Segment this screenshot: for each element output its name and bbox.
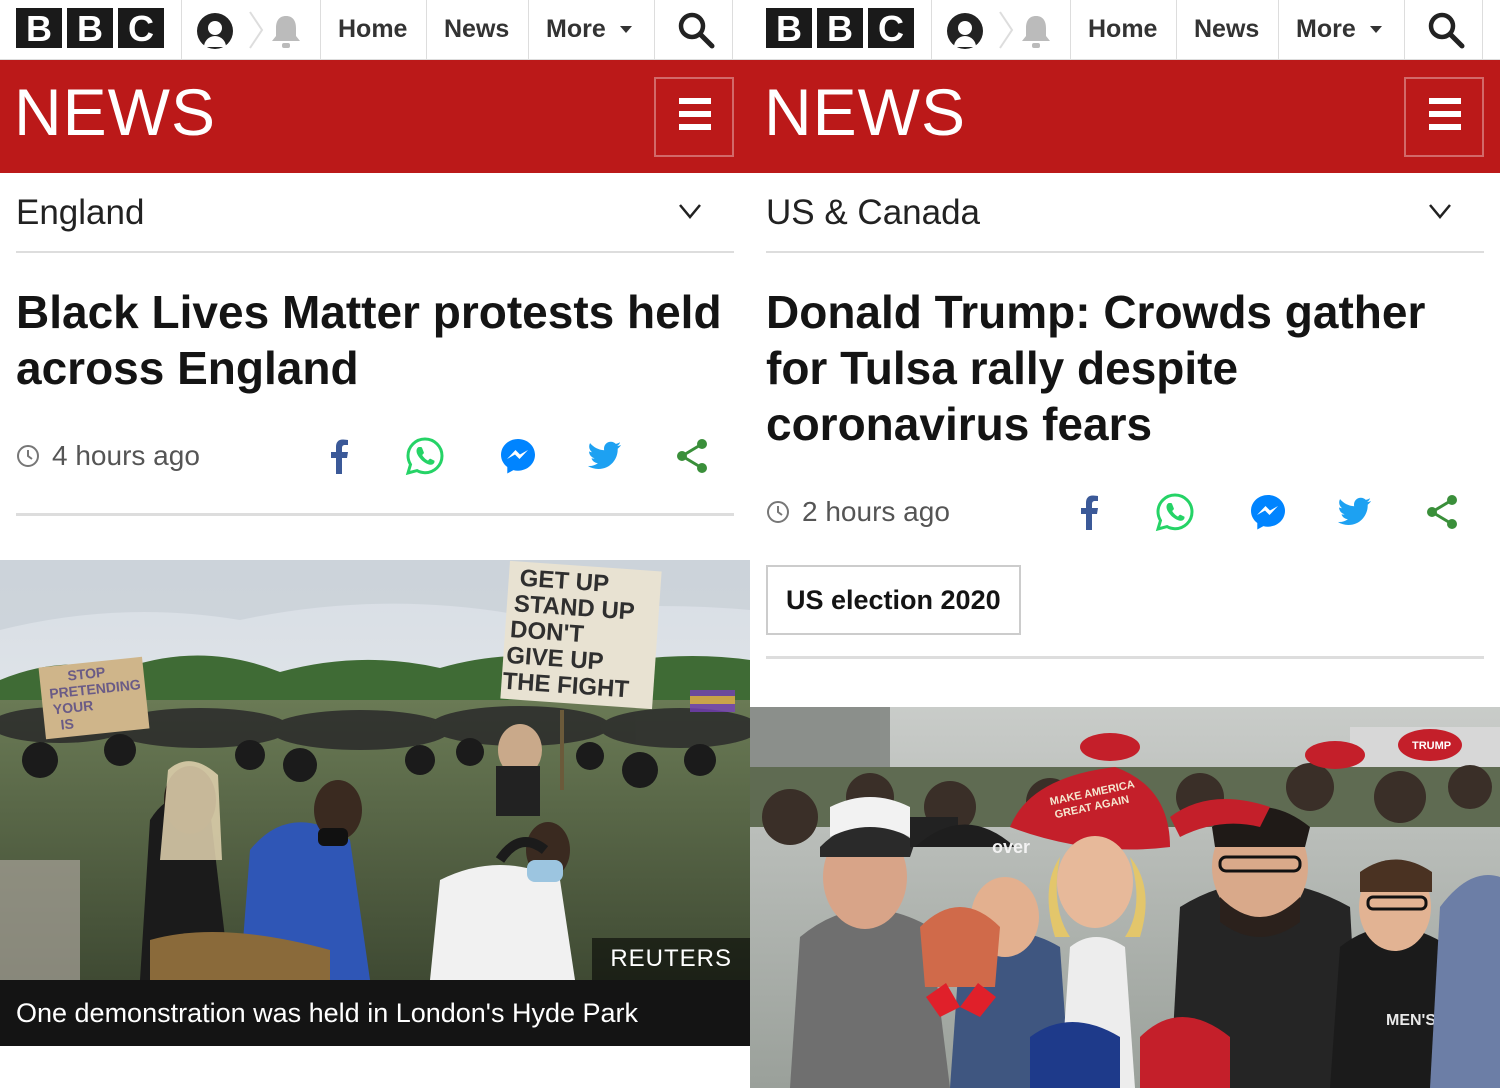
- bbc-top-bar: B B C Home News More: [750, 0, 1500, 60]
- nav-home-link[interactable]: Home: [338, 0, 407, 58]
- divider: [654, 0, 655, 60]
- protest-photo: STOP PRETENDING YOUR IS GET UP STAND UP …: [0, 560, 750, 980]
- caret-down-icon: [1369, 25, 1382, 33]
- bbc-logo-letter: B: [766, 8, 812, 49]
- news-title[interactable]: NEWS: [14, 74, 216, 150]
- divider: [1482, 0, 1483, 60]
- separator-chevron-icon: [249, 11, 264, 49]
- bbc-logo-letter: B: [817, 8, 863, 49]
- divider: [528, 0, 529, 60]
- divider: [766, 656, 1484, 659]
- messenger-icon[interactable]: [1248, 492, 1288, 532]
- whatsapp-icon[interactable]: [405, 436, 445, 476]
- notifications-bell-icon[interactable]: [1018, 12, 1054, 50]
- menu-icon: [1429, 98, 1461, 104]
- section-label: England: [16, 193, 145, 232]
- news-title[interactable]: NEWS: [764, 74, 966, 150]
- image-credit: REUTERS: [592, 938, 750, 980]
- notifications-bell-icon[interactable]: [268, 12, 304, 50]
- article-image-protest: STOP PRETENDING YOUR IS GET UP STAND UP …: [0, 560, 750, 980]
- menu-icon: [679, 124, 711, 130]
- divider: [1070, 0, 1071, 60]
- shirt-text: MEN'S: [1386, 1012, 1436, 1029]
- menu-button[interactable]: [1404, 77, 1484, 157]
- separator-chevron-icon: [999, 11, 1014, 49]
- caret-down-icon: [619, 25, 632, 33]
- bbc-logo-letter: C: [868, 8, 914, 49]
- nav-more-label: More: [546, 15, 606, 43]
- nav-home-link[interactable]: Home: [1088, 0, 1157, 58]
- facebook-icon[interactable]: [320, 436, 360, 476]
- section-label: US & Canada: [766, 193, 981, 232]
- menu-icon: [1429, 124, 1461, 130]
- divider: [320, 0, 321, 60]
- chevron-down-icon: [679, 204, 701, 219]
- account-icon[interactable]: [945, 11, 985, 49]
- sign-text: IS: [60, 715, 75, 732]
- divider: [1404, 0, 1405, 60]
- messenger-icon[interactable]: [498, 436, 538, 476]
- article-meta-row: 4 hours ago: [16, 436, 734, 516]
- twitter-icon[interactable]: [584, 436, 624, 476]
- section-selector[interactable]: England: [16, 173, 734, 253]
- image-caption: One demonstration was held in London's H…: [0, 980, 750, 1046]
- news-banner: NEWS: [750, 60, 1500, 173]
- chevron-down-icon: [1429, 204, 1451, 219]
- article-headline: Donald Trump: Crowds gather for Tulsa ra…: [766, 286, 1426, 450]
- whatsapp-icon[interactable]: [1155, 492, 1195, 532]
- bbc-logo-letter: B: [16, 8, 62, 49]
- divider: [931, 0, 932, 60]
- timestamp: 4 hours ago: [52, 440, 200, 471]
- news-banner: NEWS: [0, 60, 750, 173]
- divider: [426, 0, 427, 60]
- clock-icon: [17, 445, 39, 467]
- article-image-rally: TRUMP MAKE AMERICA GREAT AGAIN over MEN'…: [750, 707, 1500, 1088]
- nav-news-link[interactable]: News: [1194, 0, 1259, 58]
- bbc-logo[interactable]: B B C: [766, 8, 914, 49]
- section-selector[interactable]: US & Canada: [766, 173, 1484, 253]
- clock-icon: [767, 501, 789, 523]
- share-icon[interactable]: [672, 436, 712, 476]
- menu-icon: [679, 111, 711, 117]
- right-article-screen: B B C Home News More NEWS US & Canada Do…: [750, 0, 1500, 1088]
- bbc-logo-letter: B: [67, 8, 113, 49]
- menu-icon: [1429, 111, 1461, 117]
- divider: [181, 0, 182, 60]
- timestamp: 2 hours ago: [802, 496, 950, 527]
- menu-button[interactable]: [654, 77, 734, 157]
- article-headline: Black Lives Matter protests held across …: [16, 286, 722, 394]
- menu-icon: [679, 98, 711, 104]
- nav-more-menu[interactable]: More: [1296, 0, 1382, 58]
- article-meta-row: 2 hours ago: [766, 492, 1484, 572]
- divider: [732, 0, 733, 60]
- bbc-top-bar: B B C Home News More: [0, 0, 750, 60]
- cap-text: TRUMP: [1412, 740, 1451, 752]
- shirt-text: over: [992, 837, 1030, 857]
- facebook-icon[interactable]: [1070, 492, 1110, 532]
- nav-more-label: More: [1296, 15, 1356, 43]
- divider: [1176, 0, 1177, 60]
- left-article-screen: B B C Home News More NEWS England Black …: [0, 0, 750, 1088]
- bbc-logo[interactable]: B B C: [16, 8, 164, 49]
- divider: [1278, 0, 1279, 60]
- rally-photo: TRUMP MAKE AMERICA GREAT AGAIN over MEN'…: [750, 707, 1500, 1088]
- nav-news-link[interactable]: News: [444, 0, 509, 58]
- nav-more-menu[interactable]: More: [546, 0, 632, 58]
- search-icon[interactable]: [676, 10, 716, 50]
- bbc-logo-letter: C: [118, 8, 164, 49]
- account-icon[interactable]: [195, 11, 235, 49]
- share-icon[interactable]: [1422, 492, 1462, 532]
- topic-tag-button[interactable]: US election 2020: [766, 565, 1021, 635]
- search-icon[interactable]: [1426, 10, 1466, 50]
- twitter-icon[interactable]: [1334, 492, 1374, 532]
